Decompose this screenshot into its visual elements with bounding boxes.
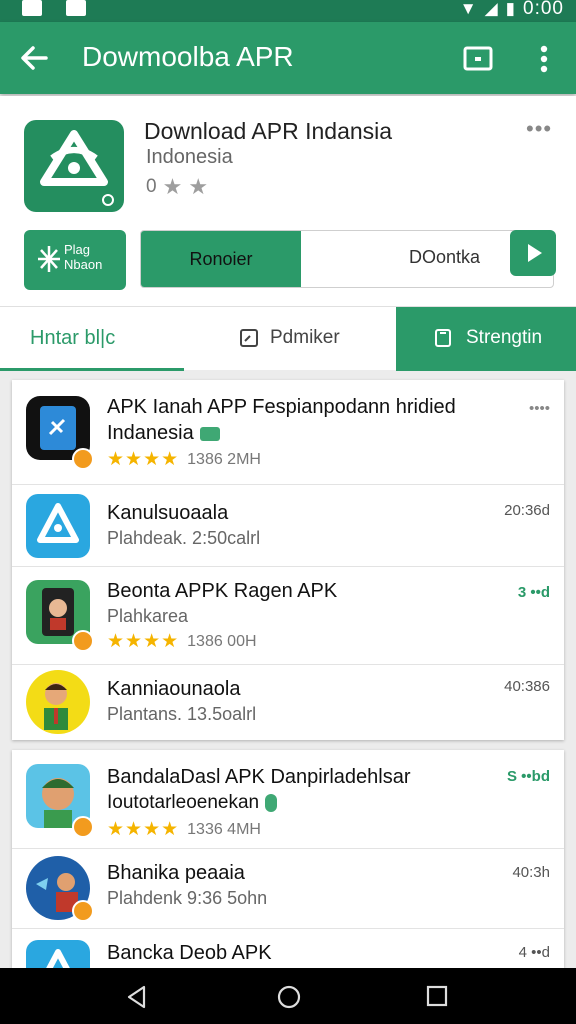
tab-picker[interactable]: Pdmiker (184, 307, 396, 371)
nav-back-icon[interactable] (124, 984, 150, 1010)
app-meta: 1386 2MH (187, 450, 261, 468)
app-meta: 1386 00H (187, 632, 257, 650)
more-icon[interactable]: •••• (529, 400, 550, 417)
app-bar: Dowmoolba APR (0, 22, 576, 94)
play-button[interactable] (510, 230, 556, 276)
app-title: Download APR Indansia (144, 118, 393, 144)
signal-icon: ◢ (484, 0, 498, 18)
list-item[interactable]: Bancka Deob APK 4 ••d (12, 928, 564, 968)
badge-icon (72, 816, 94, 838)
system-nav-bar (0, 968, 576, 1024)
notification-icon (22, 0, 42, 16)
list-item[interactable]: BandalaDasl APK Danpirladehlsar Ioutotar… (12, 750, 564, 849)
action-segment: Ronoier DOontka (140, 230, 554, 288)
tag-icon (199, 426, 220, 441)
tab-bar: Hntar bl|c Pdmiker Strengtin (0, 306, 576, 371)
app-name: Kanulsuoaala (107, 502, 229, 524)
app-thumb (26, 670, 90, 734)
wifi-icon: ▼ (459, 0, 477, 18)
app-size: 20:36d (504, 502, 550, 519)
page-title: Dowmoolba APR (82, 41, 294, 72)
app-rating: ★★★★ 1336 4MH (107, 818, 261, 841)
app-size: 3 ••d (517, 584, 550, 601)
app-name: APK Ianah APP Fespianpodann hridied (107, 396, 456, 418)
nav-recents-icon[interactable] (426, 985, 448, 1007)
star-rating: ★★★★ (107, 819, 180, 840)
app-icon (24, 120, 124, 212)
tab-strength[interactable]: Strengtin (396, 307, 576, 371)
plus-label-line2: Nbaon (64, 257, 103, 272)
app-meta: Plahdenk 9:36 5ohn (107, 888, 268, 908)
cast-icon[interactable] (461, 44, 495, 74)
badge-icon (72, 448, 94, 470)
sparkle-icon (38, 246, 60, 272)
app-meta: Plantans. 13.5oalrl (107, 704, 257, 724)
plus-label-line1: Plag (64, 242, 91, 257)
app-list-card: APK Ianah APP Fespianpodann hridied Inda… (12, 380, 564, 740)
plus-button[interactable]: Plag Nbaon (24, 230, 126, 290)
app-meta: Plahkarea (107, 606, 189, 626)
app-name: Bhanika peaaia (107, 862, 245, 884)
rating-value: 0 (146, 176, 157, 197)
app-rating: ★★★★ 1386 2MH (107, 448, 261, 471)
app-region: Indanesia (107, 422, 220, 445)
tab-label: Pdmiker (270, 327, 340, 348)
app-thumb (26, 940, 90, 968)
overflow-menu-icon[interactable] (530, 42, 558, 76)
battery-icon: ▮ (505, 0, 516, 18)
edit-icon (240, 329, 258, 347)
app-name: Beonta APPK Ragen APK (107, 580, 338, 602)
tab-label: Hntar bl|c (30, 327, 116, 349)
notification-icon (66, 0, 86, 16)
list-item[interactable]: Kanniaounaola Plantans. 13.5oalrl 40:386 (12, 664, 564, 740)
app-size: S ••bd (506, 768, 550, 785)
star-icon: ★ (162, 174, 183, 199)
document-icon (435, 329, 451, 347)
more-options-icon[interactable]: ••• (526, 116, 552, 142)
mic-icon (265, 793, 278, 812)
list-item[interactable]: APK Ianah APP Fespianpodann hridied Inda… (12, 380, 564, 485)
app-rating: ★★★★ 1386 00H (107, 630, 257, 653)
play-icon (528, 244, 542, 262)
star-icon: ★ (188, 174, 209, 199)
app-size: 4 ••d (518, 944, 550, 961)
app-size: 40:3h (512, 864, 550, 881)
star-rating: ★★★★ (107, 631, 180, 652)
app-header-card: Download APR Indansia Indonesia 0 ★ ★ ••… (0, 96, 576, 371)
list-item[interactable]: Bhanika peaaia Plahdenk 9:36 5ohn 40:3h (12, 848, 564, 929)
badge-icon (72, 630, 94, 652)
app-name: Bancka Deob APK (107, 942, 272, 964)
star-rating: ★★★★ (107, 449, 180, 470)
app-meta: 1336 4MH (187, 820, 261, 838)
tab-indicator (0, 368, 184, 371)
nav-home-icon[interactable] (276, 984, 302, 1010)
badge-icon (72, 900, 94, 922)
app-name: BandalaDasl APK Danpirladehlsar (107, 766, 411, 788)
tab-label: Strengtin (466, 327, 543, 348)
list-item[interactable]: Beonta APPK Ragen APK Plahkarea ★★★★ 138… (12, 566, 564, 665)
back-arrow-icon[interactable] (16, 40, 52, 76)
app-size: 40:386 (504, 678, 550, 695)
app-name: Kanniaounaola (107, 678, 241, 700)
app-thumb (26, 494, 90, 558)
status-time: 0:00 (523, 0, 564, 19)
app-subtitle: Ioutotarleoenekan (107, 792, 278, 814)
install-button[interactable]: Ronoier (141, 231, 301, 287)
tab-home[interactable]: Hntar bl|c (0, 307, 184, 371)
app-developer: Indonesia (146, 146, 233, 168)
list-item[interactable]: Kanulsuoaala Plahdeak. 2:50calrl 20:36d (12, 484, 564, 567)
app-list-card: BandalaDasl APK Danpirladehlsar Ioutotar… (12, 750, 564, 968)
download-button[interactable]: DOontka (409, 247, 480, 268)
app-meta: Plahdeak. 2:50calrl (107, 528, 261, 548)
app-rating: 0 ★ ★ (146, 174, 208, 200)
status-bar: ▼ ◢ ▮ 0:00 (0, 0, 576, 22)
